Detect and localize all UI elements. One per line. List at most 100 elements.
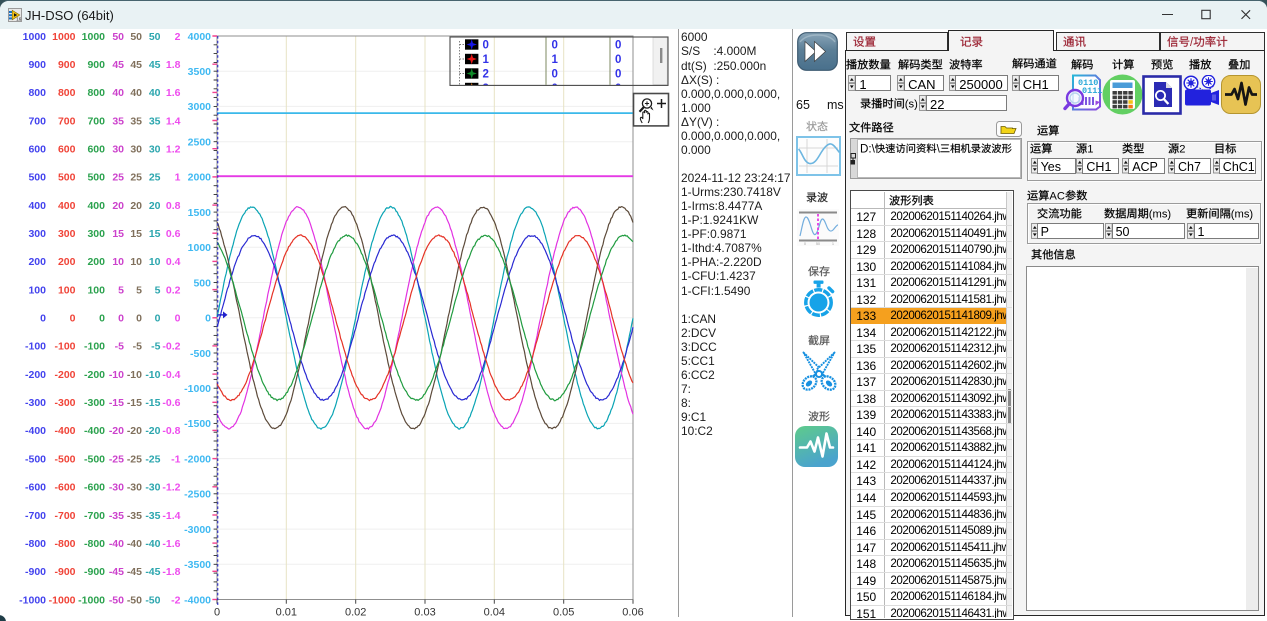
svg-text:0.06: 0.06 <box>622 607 643 619</box>
svg-text:45: 45 <box>149 59 161 71</box>
svg-text:-35: -35 <box>109 510 124 522</box>
svg-text:1500: 1500 <box>188 207 212 219</box>
svg-text:30: 30 <box>112 144 124 156</box>
svg-text:-700: -700 <box>25 510 46 522</box>
svg-text:25: 25 <box>130 172 142 184</box>
svg-text:1: 1 <box>1087 144 1093 156</box>
svg-text:-25: -25 <box>145 453 160 465</box>
svg-text:100: 100 <box>87 284 105 296</box>
svg-text:0: 0 <box>483 40 489 52</box>
svg-text:(ms): (ms) <box>1230 208 1253 220</box>
svg-text:-50: -50 <box>145 594 160 606</box>
svg-text:5: 5 <box>118 284 124 296</box>
svg-text:0.04: 0.04 <box>484 607 505 619</box>
svg-text:-15: -15 <box>109 397 124 409</box>
svg-text:0.05: 0.05 <box>553 607 574 619</box>
svg-text:-15: -15 <box>145 397 160 409</box>
svg-text:800: 800 <box>58 87 76 99</box>
svg-text:0111: 0111 <box>1082 86 1102 96</box>
svg-text:0: 0 <box>214 607 220 619</box>
svg-text:100: 100 <box>28 284 46 296</box>
svg-text:0: 0 <box>615 40 621 52</box>
svg-text:35: 35 <box>149 115 161 127</box>
svg-text:0: 0 <box>136 313 142 325</box>
svg-text:-900: -900 <box>54 566 75 578</box>
svg-text:0: 0 <box>552 69 558 81</box>
svg-text:-4000: -4000 <box>184 594 211 606</box>
svg-text:1000: 1000 <box>188 242 212 254</box>
svg-text:0.2: 0.2 <box>166 284 181 296</box>
svg-text:4000: 4000 <box>188 31 212 43</box>
svg-text:-40: -40 <box>127 538 142 550</box>
svg-text:700: 700 <box>28 115 46 127</box>
svg-text:D:\: D:\ <box>860 142 876 155</box>
svg-text:40: 40 <box>130 87 142 99</box>
svg-text:-200: -200 <box>25 369 46 381</box>
svg-text:-20: -20 <box>145 425 160 437</box>
svg-text:1.2: 1.2 <box>166 144 181 156</box>
svg-text:-45: -45 <box>109 566 124 578</box>
svg-text:30: 30 <box>130 144 142 156</box>
svg-text:-400: -400 <box>84 425 105 437</box>
svg-text:-500: -500 <box>84 453 105 465</box>
svg-text:-45: -45 <box>127 566 142 578</box>
svg-text:200: 200 <box>58 256 76 268</box>
svg-text:-500: -500 <box>190 348 211 360</box>
svg-text:16: 16 <box>16 17 22 22</box>
svg-text:0: 0 <box>99 313 105 325</box>
svg-text:-3500: -3500 <box>184 559 211 571</box>
svg-text:-40: -40 <box>145 538 160 550</box>
svg-text:-700: -700 <box>84 510 105 522</box>
svg-text:1000: 1000 <box>23 31 47 43</box>
svg-text:20: 20 <box>130 200 142 212</box>
svg-text:-2500: -2500 <box>184 489 211 501</box>
svg-text:-15: -15 <box>127 397 142 409</box>
svg-text:/: / <box>1190 37 1194 49</box>
svg-text:3500: 3500 <box>188 66 212 78</box>
svg-text:0.4: 0.4 <box>166 256 181 268</box>
svg-text:10: 10 <box>130 256 142 268</box>
svg-text:200: 200 <box>87 256 105 268</box>
svg-text:-100: -100 <box>84 341 105 353</box>
svg-text:700: 700 <box>87 115 105 127</box>
svg-text:-800: -800 <box>25 538 46 550</box>
svg-text:-800: -800 <box>54 538 75 550</box>
svg-text:200: 200 <box>28 256 46 268</box>
svg-text:1.4: 1.4 <box>166 115 181 127</box>
svg-text:1000: 1000 <box>52 31 76 43</box>
svg-text:-25: -25 <box>127 453 142 465</box>
svg-text:0.6: 0.6 <box>166 228 181 240</box>
svg-text:2000: 2000 <box>188 172 212 184</box>
svg-text:-40: -40 <box>109 538 124 550</box>
svg-text:0.02: 0.02 <box>345 607 366 619</box>
svg-text:15: 15 <box>130 228 142 240</box>
svg-text:35: 35 <box>112 115 124 127</box>
svg-text:-20: -20 <box>109 425 124 437</box>
svg-text:-25: -25 <box>109 453 124 465</box>
svg-text:30: 30 <box>149 144 161 156</box>
svg-text:-2: -2 <box>171 594 180 606</box>
svg-text:-30: -30 <box>109 482 124 494</box>
svg-text:-5: -5 <box>133 341 142 353</box>
svg-text:-100: -100 <box>25 341 46 353</box>
svg-text:-1.6: -1.6 <box>162 538 180 550</box>
svg-text:40: 40 <box>149 87 161 99</box>
svg-text:0: 0 <box>552 40 558 52</box>
svg-text:900: 900 <box>28 59 46 71</box>
svg-text:500: 500 <box>87 172 105 184</box>
svg-text:0: 0 <box>205 313 211 325</box>
svg-text:300: 300 <box>28 228 46 240</box>
svg-text:500: 500 <box>193 277 211 289</box>
svg-text:50: 50 <box>816 242 820 246</box>
svg-text:25: 25 <box>149 172 161 184</box>
svg-text:0.03: 0.03 <box>414 607 435 619</box>
svg-text:15: 15 <box>112 228 124 240</box>
svg-text:-45: -45 <box>145 566 160 578</box>
svg-text:-300: -300 <box>25 397 46 409</box>
svg-text:-900: -900 <box>84 566 105 578</box>
svg-text:0: 0 <box>70 313 76 325</box>
svg-text:-5: -5 <box>151 341 160 353</box>
svg-text:-600: -600 <box>54 482 75 494</box>
svg-text:-3000: -3000 <box>184 524 211 536</box>
svg-text:-0.2: -0.2 <box>162 341 180 353</box>
